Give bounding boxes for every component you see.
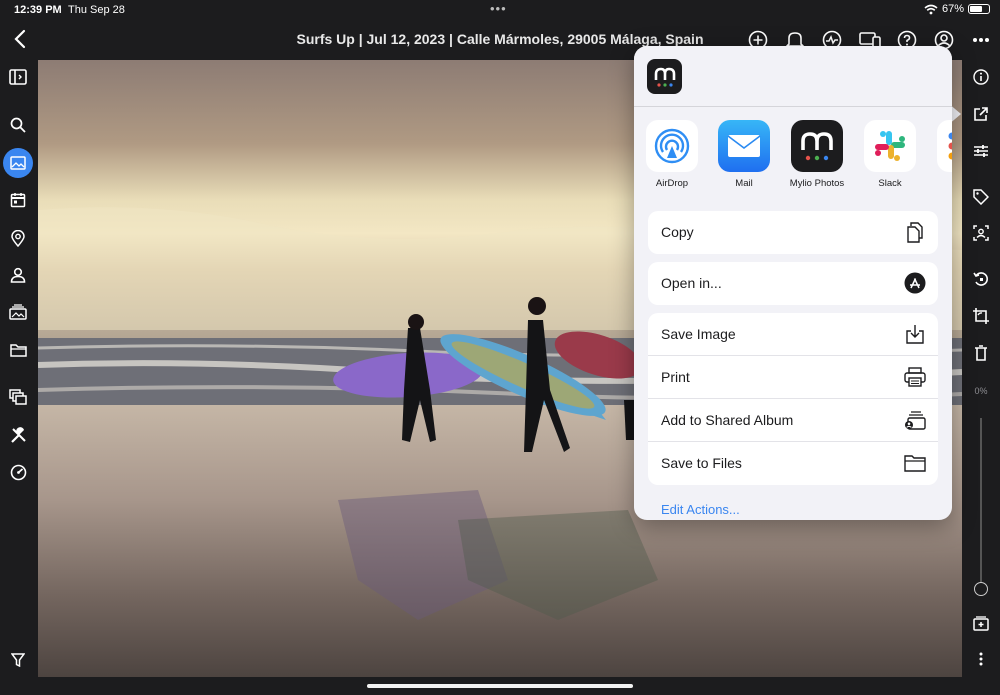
app-label: Mail <box>735 178 753 189</box>
app-store-icon <box>904 272 926 294</box>
print-action[interactable]: Print <box>648 356 938 399</box>
albums-icon[interactable] <box>4 298 32 326</box>
app-label: Slack <box>878 178 902 189</box>
right-sidebar: 0% <box>962 60 1000 677</box>
app-label: Mylio Photos <box>789 178 845 189</box>
row-label: Save to Files <box>661 455 742 471</box>
share-icon[interactable] <box>968 101 994 127</box>
home-indicator[interactable] <box>367 684 633 688</box>
zoom-track[interactable] <box>980 418 982 583</box>
add-to-shared-album-action[interactable]: Add to Shared Album <box>648 399 938 442</box>
edit-actions-link[interactable]: Edit Actions... <box>661 502 740 517</box>
share-app-mail[interactable]: Mail <box>707 120 781 189</box>
share-sheet-header <box>634 46 952 107</box>
zoom-slider-knob[interactable] <box>974 582 988 596</box>
folder-icon <box>904 452 926 474</box>
face-icon[interactable] <box>968 220 994 246</box>
tag-icon[interactable] <box>968 184 994 210</box>
stack-icon[interactable] <box>4 383 32 411</box>
share-sheet: AirDrop Mail Mylio Photos Slack Copy Ope… <box>634 46 952 520</box>
rotate-icon[interactable] <box>968 266 994 292</box>
share-actions-group-copy: Copy <box>648 211 938 254</box>
share-app-reminders[interactable]: Re <box>926 120 952 189</box>
save-image-action[interactable]: Save Image <box>648 313 938 356</box>
save-to-files-action[interactable]: Save to Files <box>648 442 938 485</box>
row-label: Open in... <box>661 275 722 291</box>
print-icon <box>904 366 926 388</box>
mylio-icon <box>791 120 843 172</box>
search-icon[interactable] <box>4 111 32 139</box>
dashboard-icon[interactable] <box>4 458 32 486</box>
airdrop-icon <box>646 120 698 172</box>
copy-icon <box>904 221 926 243</box>
tools-icon[interactable] <box>4 421 32 449</box>
multitasking-dots[interactable]: ••• <box>490 1 507 16</box>
left-sidebar <box>0 60 37 677</box>
battery-fill <box>970 6 983 12</box>
share-apps-row: AirDrop Mail Mylio Photos Slack <box>634 108 952 193</box>
row-label: Print <box>661 369 690 385</box>
zoom-label: 0% <box>974 386 988 396</box>
more-icon[interactable] <box>969 28 993 52</box>
calendar-icon[interactable] <box>4 186 32 214</box>
app-label: AirDrop <box>655 178 689 189</box>
battery-percent: 67% <box>941 3 964 15</box>
row-label: Copy <box>661 224 694 240</box>
shared-album-icon <box>904 409 926 431</box>
trash-icon[interactable] <box>968 340 994 366</box>
folder-icon[interactable] <box>4 336 32 364</box>
app-root: 12:39 PM Thu Sep 28 ••• 67% Surfs Up | J… <box>0 0 1000 695</box>
status-date: Thu Sep 28 <box>68 4 125 16</box>
map-pin-icon[interactable] <box>4 224 32 252</box>
more-vertical-icon[interactable] <box>968 646 994 672</box>
share-app-mylio[interactable]: Mylio Photos <box>780 120 854 189</box>
mail-icon <box>718 120 770 172</box>
info-icon[interactable] <box>968 64 994 90</box>
filter-icon[interactable] <box>4 646 32 674</box>
sidebar-panel-icon[interactable] <box>4 63 32 91</box>
photos-icon[interactable] <box>3 148 33 178</box>
slack-icon <box>864 120 916 172</box>
person-icon[interactable] <box>4 261 32 289</box>
share-actions-group-save: Save Image Print Add to Shared Album Sav… <box>648 313 938 485</box>
app-label: Re <box>926 178 952 189</box>
row-label: Save Image <box>661 326 736 342</box>
wifi-icon <box>924 4 938 14</box>
status-indicators: 67% <box>924 3 990 15</box>
adjust-icon[interactable] <box>968 138 994 164</box>
status-bar: 12:39 PM Thu Sep 28 ••• 67% <box>0 0 1000 20</box>
battery-icon <box>968 4 990 14</box>
row-label: Add to Shared Album <box>661 412 794 428</box>
copy-action[interactable]: Copy <box>648 211 938 254</box>
save-image-icon <box>904 323 926 345</box>
mylio-logo-icon <box>647 59 682 94</box>
share-app-airdrop[interactable]: AirDrop <box>635 120 709 189</box>
reminders-icon <box>937 120 952 172</box>
status-time: 12:39 PM <box>14 4 62 16</box>
crop-icon[interactable] <box>968 303 994 329</box>
share-app-slack[interactable]: Slack <box>853 120 927 189</box>
open-in-action[interactable]: Open in... <box>648 262 938 305</box>
add-to-album-icon[interactable] <box>968 610 994 636</box>
photo-title: Surfs Up | Jul 12, 2023 | Calle Mármoles… <box>296 31 704 47</box>
share-actions-group-open: Open in... <box>648 262 938 305</box>
